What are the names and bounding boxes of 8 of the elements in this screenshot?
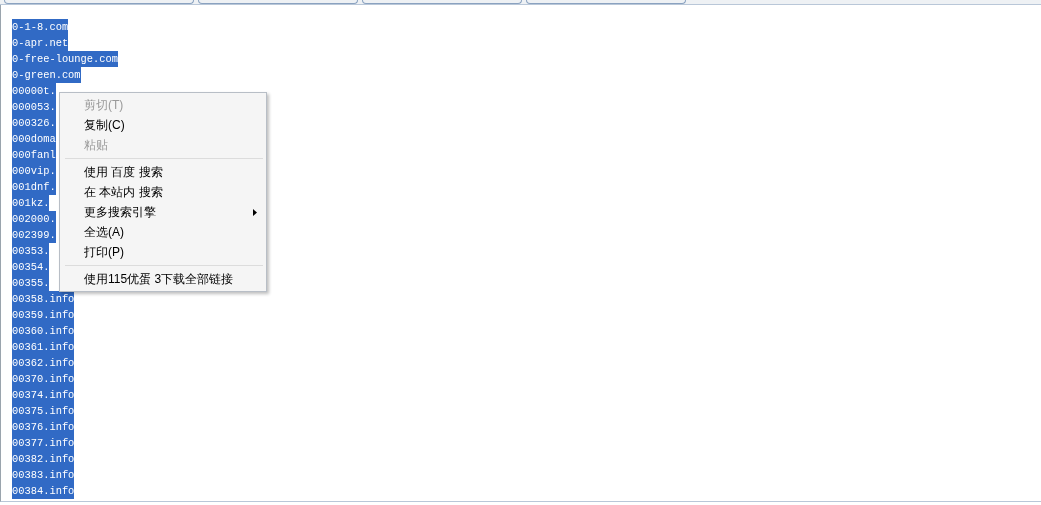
submenu-arrow-icon <box>253 208 257 216</box>
menu-item[interactable]: 使用115优蛋 3下载全部链接 <box>63 269 263 289</box>
menu-item[interactable]: 打印(P) <box>63 242 263 262</box>
menu-item[interactable]: 使用 百度 搜索 <box>63 162 263 182</box>
menu-item[interactable]: 更多搜索引擎 <box>63 202 263 222</box>
menu-item[interactable]: 全选(A) <box>63 222 263 242</box>
menu-item[interactable]: 在 本站内 搜索 <box>63 182 263 202</box>
menu-item[interactable]: 复制(C) <box>63 115 263 135</box>
